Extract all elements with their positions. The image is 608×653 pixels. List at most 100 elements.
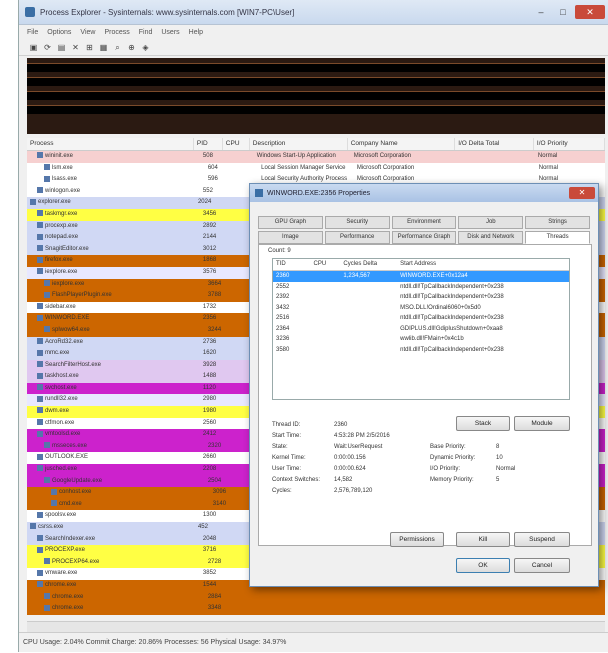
table-row[interactable]: chrome.exe 2884: [27, 591, 605, 604]
cell-desc: [258, 603, 354, 615]
tab-security[interactable]: Security: [324, 216, 390, 229]
column-header-i-o-delta-total[interactable]: I/O Delta Total: [455, 138, 534, 150]
info-value: 4:53:28 PM 2/5/2016: [334, 433, 390, 439]
process-name-cell: cmd.exe: [27, 499, 210, 511]
thread-tid: 2364: [276, 325, 290, 332]
menu-find[interactable]: Find: [139, 29, 153, 36]
tab-performance-graph[interactable]: Performance Graph: [391, 231, 457, 244]
process-name: lsm.exe: [52, 164, 73, 171]
thread-row[interactable]: 2364 GDIPLUS.dll!GdiplusShutdown+0xaa8: [273, 324, 569, 335]
cell-desc: [258, 592, 354, 604]
permissions-button[interactable]: Permissions: [390, 532, 444, 547]
cancel-button[interactable]: Cancel: [514, 558, 570, 573]
threads-list[interactable]: TID CPU Cycles Delta Start Address 2360 1,23…: [272, 258, 570, 400]
column-header-cpu[interactable]: CPU: [223, 138, 250, 150]
kill-icon[interactable]: ✕: [71, 43, 80, 52]
info-value: Wait:UserRequest: [334, 444, 383, 450]
process-name-cell: procexp.exe: [27, 221, 200, 233]
thread-start: ntdll.dll!TpCallbackIndependent+0x238: [400, 283, 504, 290]
dialog-close-button[interactable]: ✕: [569, 187, 595, 199]
cell-desc: Windows Start-Up Application: [256, 153, 336, 159]
cpu-graph-icon[interactable]: ▦: [99, 43, 108, 52]
process-name: conhost.exe: [59, 489, 92, 496]
process-name-cell: SearchIndexer.exe: [27, 534, 200, 546]
process-name-cell: iexplore.exe: [27, 267, 200, 279]
properties-icon[interactable]: ▤: [57, 43, 66, 52]
menu-view[interactable]: View: [80, 29, 95, 36]
refresh-icon[interactable]: ⟳: [43, 43, 52, 52]
tab-performance[interactable]: Performance: [324, 231, 390, 244]
process-name-cell: PROCEXP64.exe: [27, 557, 205, 569]
thread-row[interactable]: 3432 MSO.DLL!Ordinal6060+0x5d0: [273, 303, 569, 314]
threads-column-start-address[interactable]: Start Address: [397, 259, 569, 270]
physical-memory-graph[interactable]: [27, 105, 605, 114]
process-name: svchost.exe: [45, 384, 77, 391]
tree-icon[interactable]: ⊞: [85, 43, 94, 52]
save-icon[interactable]: ▣: [29, 43, 38, 52]
tab-disk-and-network[interactable]: Disk and Network: [458, 231, 524, 244]
cell-prio: Normal: [537, 153, 558, 159]
cell-io: [459, 592, 536, 604]
maximize-button[interactable]: □: [553, 5, 573, 19]
process-name-cell: msseces.exe: [27, 441, 205, 453]
cell-pid: 508: [202, 153, 213, 159]
menu-options[interactable]: Options: [47, 29, 71, 36]
column-header-pid[interactable]: PID: [194, 138, 223, 150]
menu-process[interactable]: Process: [104, 29, 129, 36]
cell-pid: 2980: [202, 396, 217, 403]
io-graph[interactable]: [27, 91, 605, 100]
process-name-cell: OUTLOOK.EXE: [27, 452, 200, 464]
thread-row[interactable]: 2360 1,234,567 WINWORD.EXE+0x12a4: [273, 271, 569, 282]
column-header-process[interactable]: Process: [27, 138, 194, 150]
cell-io: [459, 163, 536, 175]
menu-help[interactable]: Help: [189, 29, 203, 36]
info-label: Kernel Time:: [272, 455, 306, 461]
process-name: explorer.exe: [38, 199, 71, 206]
system-graphs[interactable]: [27, 58, 605, 134]
tab-threads[interactable]: Threads: [525, 231, 590, 244]
threads-column-cycles-delta[interactable]: Cycles Delta: [340, 259, 397, 270]
target-icon[interactable]: ⊕: [127, 43, 136, 52]
table-row[interactable]: lsm.exe 604 Local Session Manager Service M…: [27, 162, 605, 175]
thread-start: MSO.DLL!Ordinal6060+0x5d0: [400, 304, 481, 311]
table-row[interactable]: chrome.exe 3348: [27, 603, 605, 615]
thread-row[interactable]: 2516 ntdll.dll!TpCallbackIndependent+0x23…: [273, 313, 569, 324]
tab-image[interactable]: Image: [258, 231, 323, 244]
cell-pid: 3664: [207, 280, 222, 287]
info-label: State:: [272, 444, 288, 450]
thread-row[interactable]: 2392 ntdll.dll!TpCallbackIndependent+0x23…: [273, 292, 569, 303]
menu-users[interactable]: Users: [161, 29, 179, 36]
close-button[interactable]: ✕: [575, 5, 605, 19]
process-properties-dialog: WINWORD.EXE:2356 Properties ✕ GPU Graph S…: [249, 183, 599, 587]
cell-desc: Local Session Manager Service: [261, 164, 346, 171]
horizontal-scrollbar[interactable]: [27, 621, 605, 632]
column-header-i-o-priority[interactable]: I/O Priority: [534, 138, 605, 150]
cpu-graph[interactable]: [27, 63, 605, 72]
find-icon[interactable]: ⌕: [113, 43, 122, 52]
suspend-button[interactable]: Suspend: [514, 532, 570, 547]
tab-strings[interactable]: Strings: [525, 216, 590, 229]
menu-file[interactable]: File: [27, 29, 38, 36]
threads-column-tid[interactable]: TID: [273, 259, 311, 270]
column-header-description[interactable]: Description: [250, 138, 348, 150]
commit-graph[interactable]: [27, 77, 605, 86]
cell-pid: 1732: [202, 303, 217, 310]
tab-job[interactable]: Job: [458, 216, 524, 229]
tab-gpu-graph[interactable]: GPU Graph: [258, 216, 323, 229]
column-header-company-name[interactable]: Company Name: [348, 138, 456, 150]
process-icon: [37, 419, 43, 426]
tab-environment[interactable]: Environment: [391, 216, 457, 229]
thread-row[interactable]: 3236 wwlib.dll!FMain+0x4c1b: [273, 334, 569, 345]
thread-info-row: Cycles: 2,576,789,120: [272, 486, 568, 497]
cell-pid: 2728: [207, 558, 222, 565]
process-name: mmc.exe: [45, 350, 70, 357]
thread-row[interactable]: 3580 ntdll.dll!TpCallbackIndependent+0x23…: [273, 345, 569, 356]
process-name-cell: PROCEXP.exe: [27, 545, 200, 557]
thread-row[interactable]: 2552 ntdll.dll!TpCallbackIndependent+0x23…: [273, 282, 569, 293]
minimize-button[interactable]: –: [531, 5, 551, 19]
ok-button[interactable]: OK: [456, 558, 510, 573]
kill-button[interactable]: Kill: [456, 532, 510, 547]
handle-icon[interactable]: ◈: [141, 43, 150, 52]
threads-column-cpu[interactable]: CPU: [311, 259, 341, 270]
table-row[interactable]: wininit.exe 508 Windows Start-Up Applicati…: [27, 151, 605, 163]
